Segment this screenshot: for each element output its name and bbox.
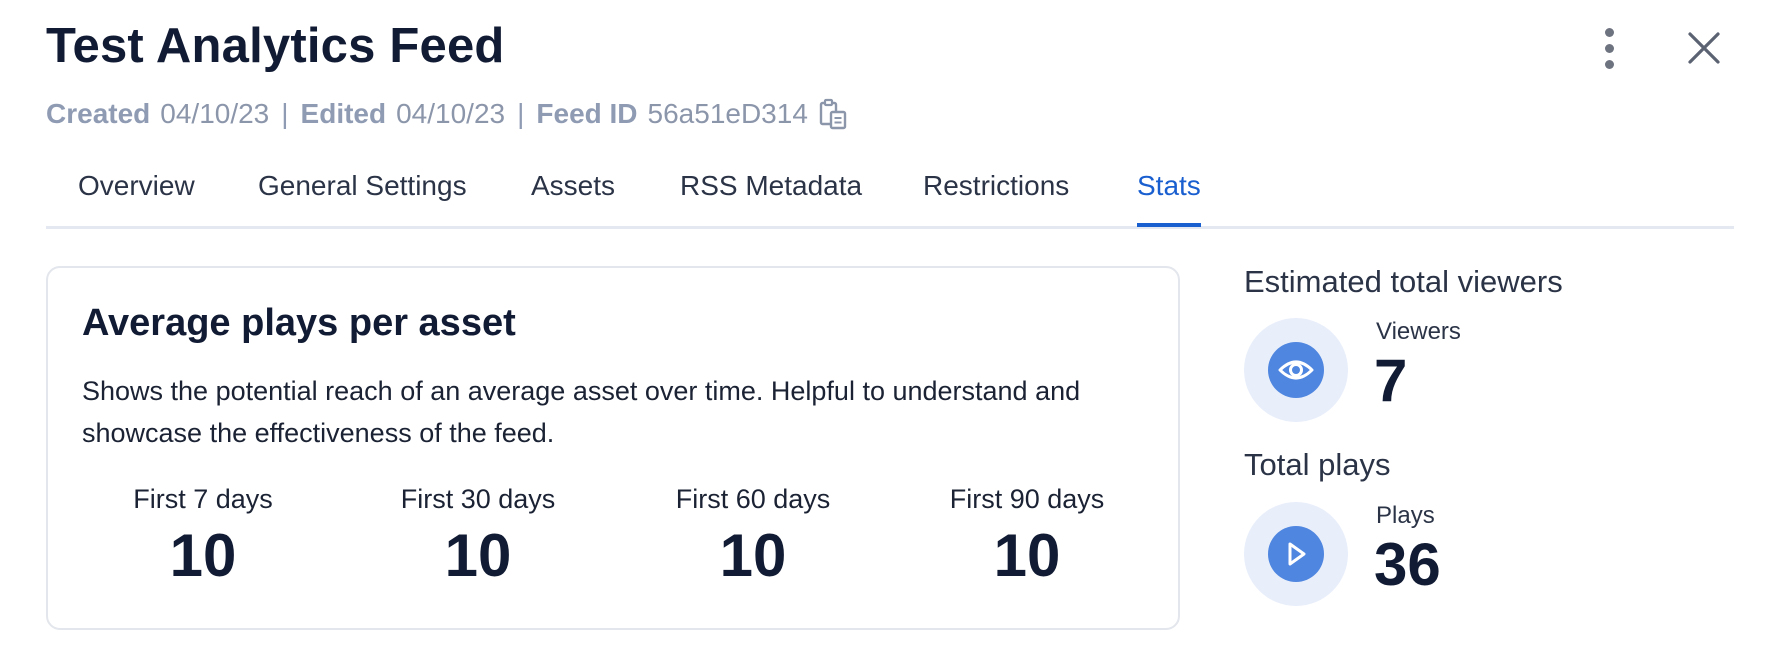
stat-label: First 60 days: [675, 484, 831, 514]
stat-value: 10: [169, 522, 237, 589]
tab-bar: Overview General Settings Assets RSS Met…: [46, 160, 1734, 229]
viewers-section-title: Estimated total viewers: [1244, 264, 1563, 299]
tab-overview[interactable]: Overview: [78, 170, 195, 216]
stat-label: First 30 days: [400, 484, 556, 514]
meta-separator: |: [517, 98, 525, 129]
card-description: Shows the potential reach of an average …: [82, 376, 1081, 448]
tab-assets[interactable]: Assets: [531, 170, 615, 216]
stat-value: 10: [444, 522, 512, 589]
plays-icon-badge: [1244, 502, 1348, 606]
close-icon[interactable]: [1686, 30, 1722, 66]
tab-rss-metadata[interactable]: RSS Metadata: [680, 170, 862, 216]
page-title: Test Analytics Feed: [46, 19, 505, 73]
average-plays-card: Average plays per asset Shows the potent…: [46, 266, 1180, 630]
created-label: Created: [46, 98, 151, 129]
play-icon: [1288, 542, 1306, 566]
viewers-label: Viewers: [1376, 318, 1461, 345]
stat-label: First 90 days: [949, 484, 1105, 514]
feed-metadata: Created 04/10/23 | Edited 04/10/23 | Fee…: [46, 96, 848, 132]
tab-stats[interactable]: Stats: [1137, 170, 1201, 227]
viewers-value: 7: [1374, 347, 1408, 414]
card-title: Average plays per asset: [82, 302, 516, 344]
edited-date: 04/10/23: [396, 98, 506, 129]
tab-general-settings[interactable]: General Settings: [258, 170, 467, 216]
stat-first-90-days: First 90 days 10: [897, 484, 1157, 590]
stat-first-30-days: First 30 days 10: [348, 484, 608, 590]
stat-value: 10: [993, 522, 1061, 589]
feed-id-value: 56a51eD314: [647, 98, 808, 129]
plays-value: 36: [1374, 531, 1441, 598]
viewers-icon-badge: [1244, 318, 1348, 422]
kebab-menu-icon[interactable]: [1596, 28, 1622, 70]
plays-label: Plays: [1376, 502, 1435, 529]
meta-separator: |: [281, 98, 289, 129]
plays-section-title: Total plays: [1244, 447, 1391, 482]
clipboard-copy-icon[interactable]: [818, 98, 848, 130]
stat-first-60-days: First 60 days 10: [623, 484, 883, 590]
feed-id-label: Feed ID: [536, 98, 638, 129]
stat-label: First 7 days: [133, 484, 273, 514]
edited-label: Edited: [300, 98, 387, 129]
tab-restrictions[interactable]: Restrictions: [923, 170, 1069, 216]
eye-icon: [1278, 360, 1314, 380]
created-date: 04/10/23: [160, 98, 270, 129]
stat-first-7-days: First 7 days 10: [73, 484, 333, 590]
stat-value: 10: [719, 522, 787, 589]
